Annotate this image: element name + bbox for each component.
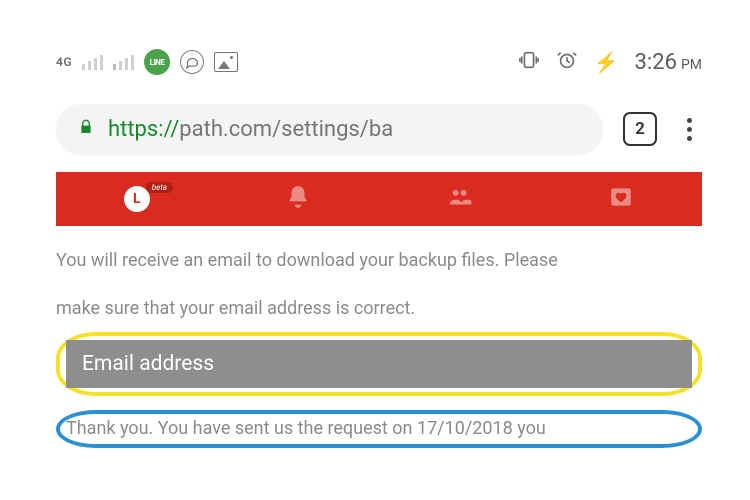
whatsapp-icon xyxy=(180,50,204,74)
clock-time: 3:26 PM xyxy=(635,50,702,75)
nav-home[interactable]: L beta xyxy=(124,186,150,212)
people-icon xyxy=(447,184,473,210)
bell-icon xyxy=(285,184,311,210)
line-app-icon: LINE xyxy=(144,49,170,75)
info-text-line2: make sure that your email address is cor… xyxy=(56,300,702,318)
alarm-icon xyxy=(556,49,578,75)
charging-bolt-icon: ⚡ xyxy=(594,50,619,74)
signal-bars-1-icon xyxy=(82,55,103,70)
highlight-blue: Thank you. You have sent us the request … xyxy=(56,410,702,448)
status-bar: 4G LINE ⚡ 3:26 PM xyxy=(56,48,702,76)
vibrate-icon xyxy=(518,49,540,75)
omnibox[interactable]: https://path.com/settings/ba xyxy=(56,104,603,154)
url-text: https://path.com/settings/ba xyxy=(108,117,393,142)
url-scheme: https:// xyxy=(108,117,179,142)
url-path: path.com/settings/ba xyxy=(179,117,393,142)
picture-icon xyxy=(214,52,238,72)
app-top-nav: L beta xyxy=(56,172,702,226)
time-ampm: PM xyxy=(681,57,702,73)
signal-bars-2-icon xyxy=(113,55,134,70)
nav-favorites[interactable] xyxy=(608,184,634,214)
info-text-line1: You will receive an email to download yo… xyxy=(56,252,702,270)
tab-switcher-button[interactable]: 2 xyxy=(623,112,657,146)
network-4g-label: 4G xyxy=(56,55,72,69)
beta-badge: beta xyxy=(146,182,173,193)
highlight-yellow: Email address xyxy=(56,332,702,396)
nav-notifications[interactable] xyxy=(285,184,311,214)
lock-icon xyxy=(78,118,94,140)
overflow-menu-button[interactable] xyxy=(677,114,702,145)
heart-box-icon xyxy=(608,184,634,210)
confirmation-text: Thank you. You have sent us the request … xyxy=(66,420,692,438)
nav-friends[interactable] xyxy=(447,184,473,214)
email-field[interactable]: Email address xyxy=(66,340,692,388)
time-value: 3:26 xyxy=(635,50,677,75)
browser-toolbar: https://path.com/settings/ba 2 xyxy=(56,104,702,154)
